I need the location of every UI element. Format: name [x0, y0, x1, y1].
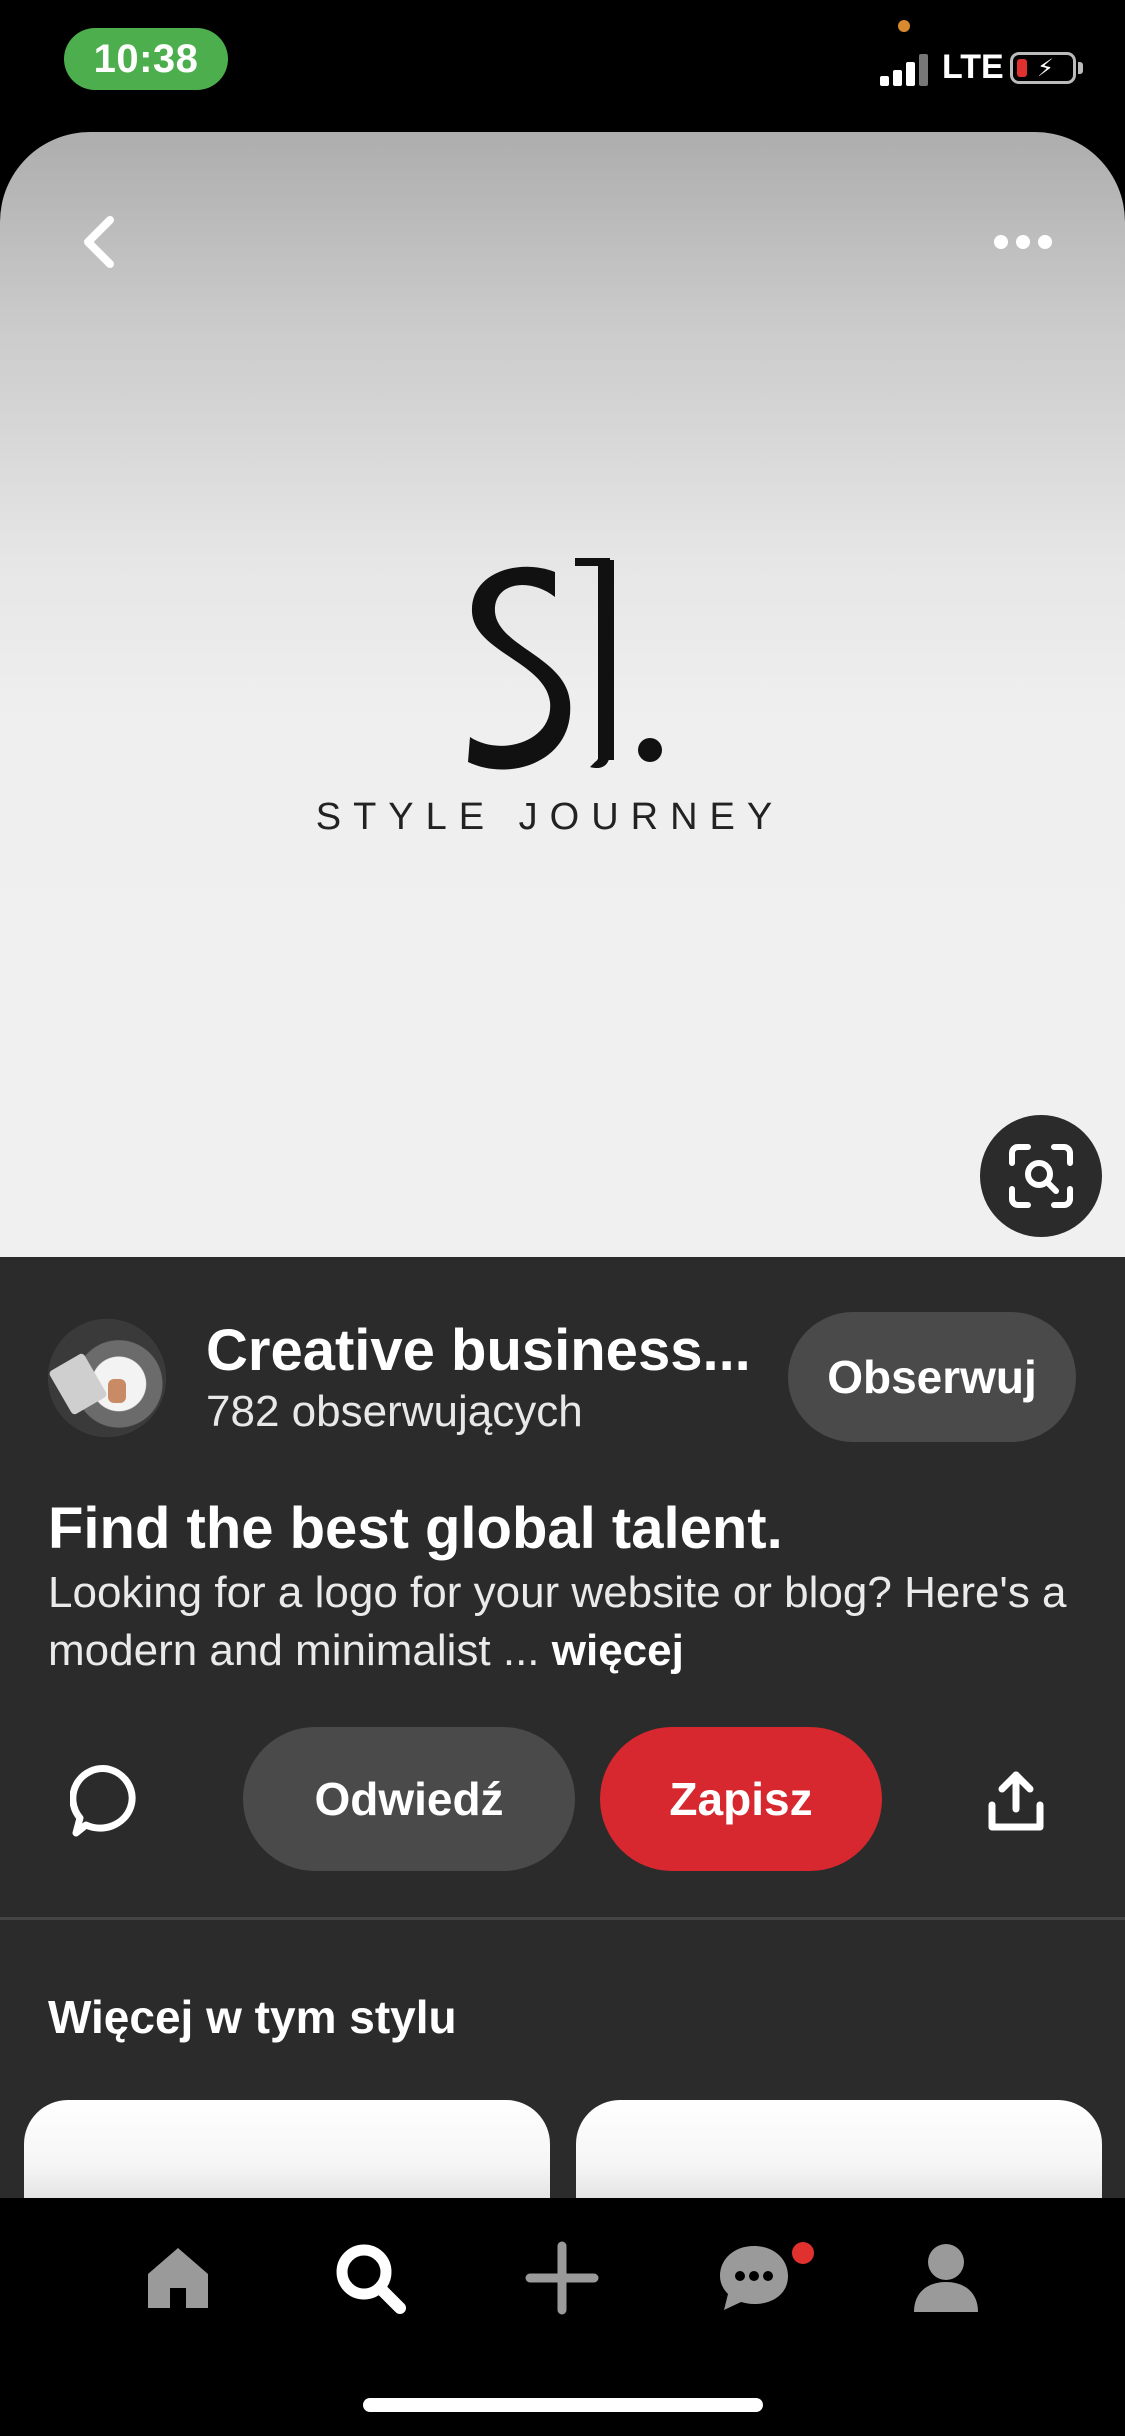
notification-badge — [792, 2242, 814, 2264]
chat-bubble-icon — [720, 2246, 788, 2310]
lens-search-icon — [1009, 1144, 1073, 1208]
pin-title: Find the best global talent. — [48, 1496, 783, 1561]
home-indicator[interactable] — [363, 2398, 763, 2412]
more-options-button[interactable] — [980, 212, 1066, 272]
search-icon — [336, 2244, 406, 2314]
profile-icon — [914, 2244, 978, 2312]
board-name[interactable]: Creative business... — [206, 1317, 751, 1384]
nav-home[interactable] — [128, 2228, 228, 2328]
save-button[interactable]: Zapisz — [600, 1727, 882, 1871]
visit-button[interactable]: Odwiedź — [243, 1727, 575, 1871]
nav-create[interactable] — [512, 2228, 612, 2328]
back-button[interactable] — [70, 202, 130, 282]
section-divider — [0, 1917, 1125, 1920]
home-icon — [148, 2248, 208, 2308]
signal-strength-icon — [880, 52, 932, 86]
network-type: LTE — [942, 48, 1004, 86]
read-more-link[interactable]: więcej — [552, 1626, 684, 1675]
nav-search[interactable] — [320, 2228, 420, 2328]
logo-wordmark: STYLE JOURNEY — [315, 796, 785, 838]
comment-bubble-icon — [70, 1765, 136, 1837]
follower-count: 782 obserwujących — [206, 1387, 583, 1436]
nav-messages[interactable] — [704, 2228, 804, 2328]
style-journey-logo: STYLE JOURNEY — [300, 552, 800, 852]
comment-button[interactable] — [64, 1757, 152, 1845]
pin-description: Looking for a logo for your website or b… — [48, 1564, 1088, 1680]
share-upload-icon — [988, 1771, 1044, 1831]
more-dots-icon — [994, 235, 1008, 249]
pin-image[interactable]: STYLE JOURNEY — [0, 132, 1125, 1257]
status-time[interactable]: 10:38 — [64, 28, 228, 90]
plus-icon — [525, 2241, 599, 2315]
share-button[interactable] — [976, 1757, 1056, 1847]
board-avatar[interactable] — [48, 1319, 166, 1437]
battery-tip — [1078, 62, 1083, 74]
sj-monogram — [468, 558, 662, 770]
chevron-left-icon — [84, 216, 114, 268]
follow-button[interactable]: Obserwuj — [788, 1312, 1076, 1442]
battery-icon: ⚡ — [1010, 52, 1076, 84]
pin-details-panel: Creative business... 782 obserwujących O… — [0, 1257, 1125, 2220]
nav-profile[interactable] — [896, 2228, 996, 2328]
status-bar: 10:38 LTE ⚡ — [0, 0, 1125, 130]
visual-search-button[interactable] — [980, 1115, 1102, 1237]
privacy-indicator-dot — [898, 20, 910, 32]
more-like-this-title: Więcej w tym stylu — [48, 1991, 457, 2043]
